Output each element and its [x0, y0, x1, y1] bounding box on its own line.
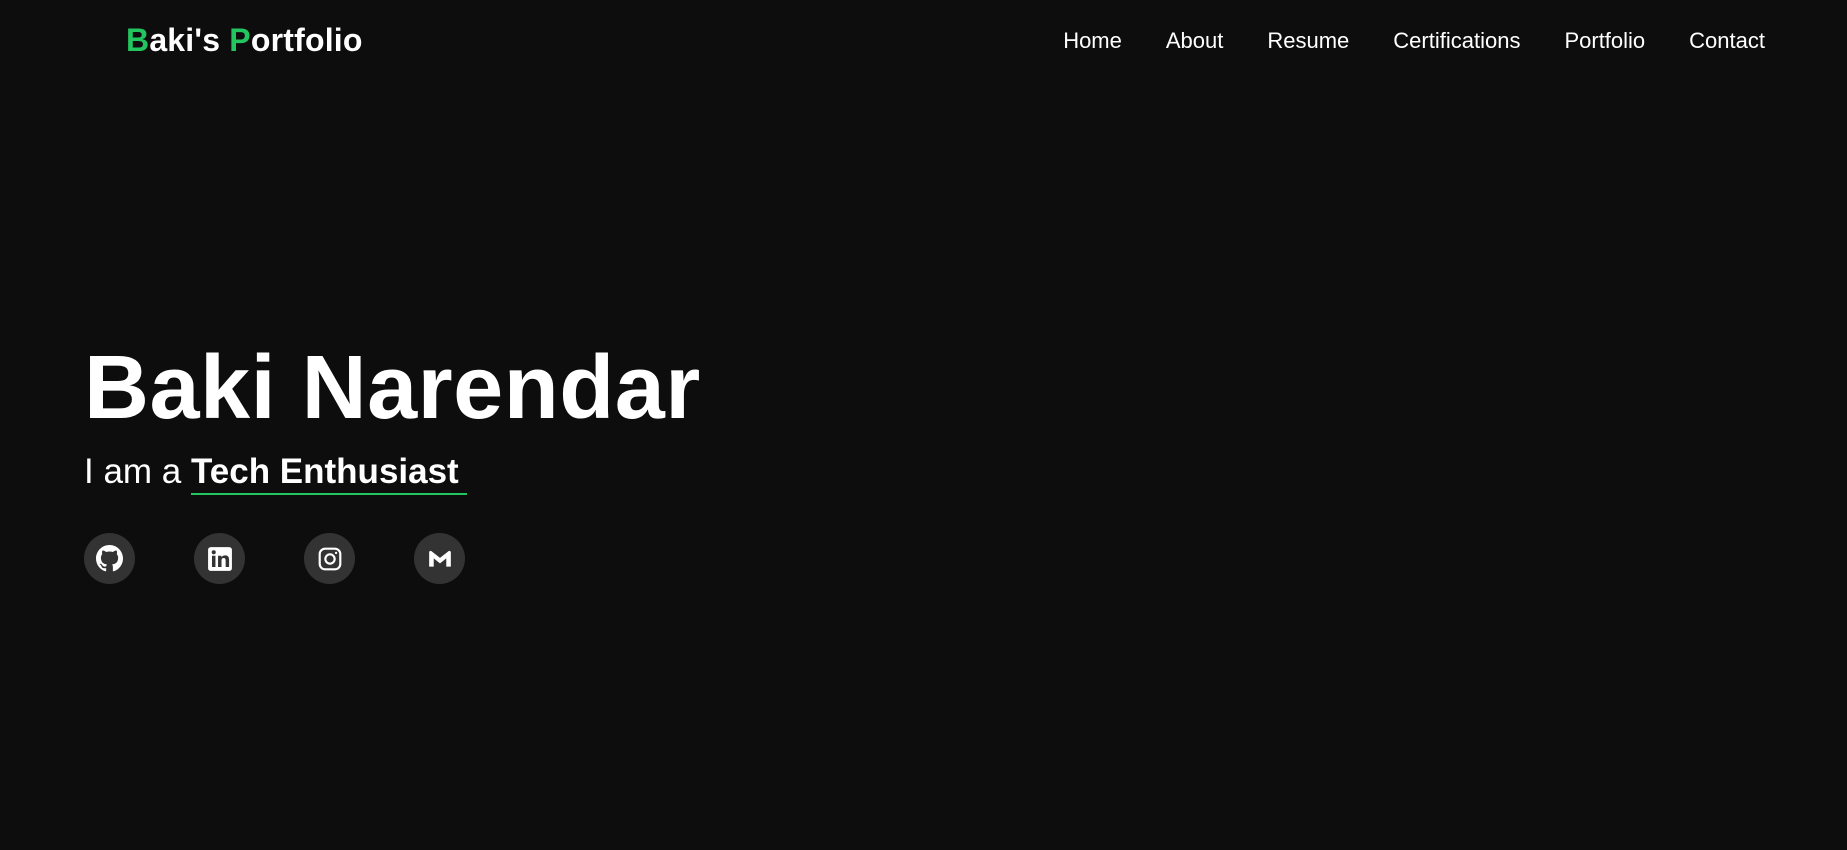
instagram-link[interactable]: [304, 533, 355, 584]
logo-text-part-2: ortfolio: [250, 22, 363, 58]
hero-subtitle: I am a Tech Enthusiast: [84, 450, 701, 495]
github-link[interactable]: [84, 533, 135, 584]
linkedin-link[interactable]: [194, 533, 245, 584]
social-links: [84, 533, 701, 584]
hero-typed-text: Tech Enthusiast: [190, 451, 467, 495]
hero-section: Baki Narendar I am a Tech Enthusiast: [84, 336, 701, 584]
linkedin-icon: [207, 546, 233, 572]
hero-subtitle-prefix: I am a: [84, 452, 191, 491]
nav-link-about[interactable]: About: [1166, 28, 1224, 54]
logo-text-part-1: aki's: [149, 22, 230, 58]
site-logo[interactable]: Baki's Portfolio: [126, 22, 363, 59]
mail-link[interactable]: [414, 533, 465, 584]
github-icon: [96, 545, 123, 572]
hero-name: Baki Narendar: [84, 338, 701, 438]
nav-link-home[interactable]: Home: [1063, 28, 1122, 54]
instagram-icon: [317, 546, 343, 572]
mail-icon: [427, 546, 453, 572]
navbar: Baki's Portfolio Home About Resume Certi…: [0, 0, 1847, 90]
nav-link-resume[interactable]: Resume: [1267, 28, 1349, 54]
nav-link-contact[interactable]: Contact: [1689, 28, 1765, 54]
nav-link-certifications[interactable]: Certifications: [1393, 28, 1520, 54]
logo-letter-b: B: [126, 22, 150, 58]
logo-letter-p: P: [229, 22, 251, 58]
main-nav: Home About Resume Certifications Portfol…: [1063, 28, 1765, 54]
nav-link-portfolio[interactable]: Portfolio: [1564, 28, 1645, 54]
page: Baki's Portfolio Home About Resume Certi…: [0, 0, 1847, 850]
